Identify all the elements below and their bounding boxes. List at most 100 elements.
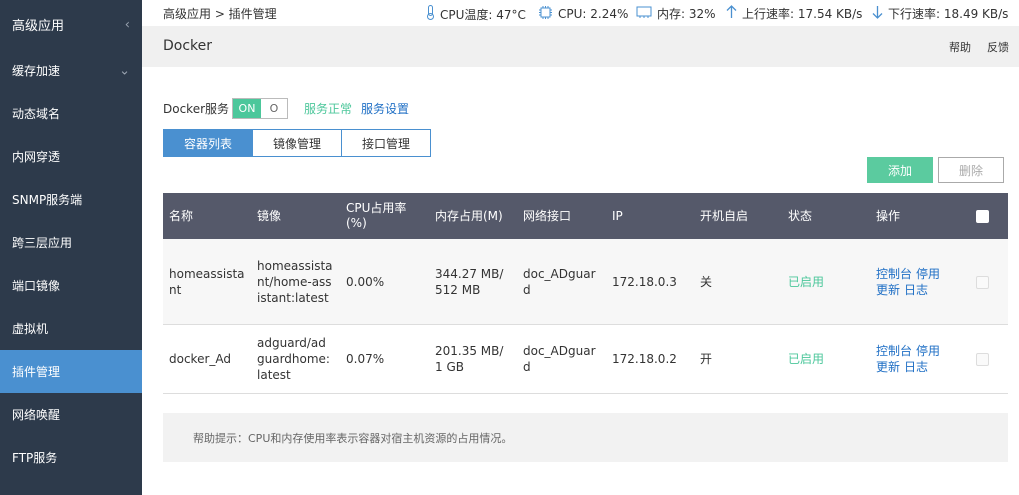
sidebar-item-plugins[interactable]: 插件管理 [0, 350, 142, 393]
cell-image: adguard/adguardhome:latest [257, 336, 330, 382]
cell-status: 已启用 [788, 352, 825, 366]
sidebar-item-label: 网络唤醒 [12, 408, 61, 422]
cell-ip: 172.18.0.2 [612, 352, 677, 366]
cell-ops: 控制台 停用 更新 日志 [876, 239, 944, 324]
sidebar-item-cross-l3[interactable]: 跨三层应用 [0, 221, 142, 264]
sidebar-item-label: 端口镜像 [12, 279, 61, 293]
upload-stat: 上行速率: 17.54 KB/s [726, 5, 862, 22]
cell-mem: 201.35 MB/1 GB [435, 344, 504, 374]
delete-button[interactable]: 删除 [938, 157, 1004, 183]
sidebar-item-label: 动态域名 [12, 107, 61, 121]
cell-ip: 172.18.0.3 [612, 274, 677, 289]
cpu-temp-stat: CPU温度: 47°C [426, 5, 526, 23]
mem-stat: 内存: 32% [636, 5, 716, 22]
container-table: 名称 镜像 CPU占用率(%) 内存占用(M) 网络接口 IP 开机自启 状态 … [163, 193, 1008, 394]
sidebar-item-wol[interactable]: 网络唤醒 [0, 393, 142, 436]
select-all-checkbox[interactable] [976, 210, 989, 223]
console-link[interactable]: 控制台 [876, 344, 912, 358]
sidebar-item-snmp[interactable]: SNMP服务端 [0, 178, 142, 221]
cpu-chip-icon [538, 5, 553, 23]
logs-link[interactable]: 日志 [904, 360, 928, 374]
cell-name: docker_Ad [169, 352, 232, 366]
top-status-bar: 高级应用 > 插件管理 CPU温度: 47°C CPU: 2.24% 内存: 3… [142, 0, 1019, 26]
col-header-name: 名称 [169, 208, 194, 223]
title-band: Docker 帮助 反馈 [142, 26, 1019, 67]
sidebar-item-port-mirror[interactable]: 端口镜像 [0, 264, 142, 307]
col-header-cpu: CPU占用率(%) [346, 201, 407, 230]
cell-status: 已启用 [788, 274, 825, 289]
col-header-status: 状态 [788, 208, 813, 223]
cpu-temp-value: CPU温度: 47°C [440, 7, 526, 22]
logs-link[interactable]: 日志 [904, 283, 928, 297]
row-checkbox[interactable] [976, 353, 989, 366]
cell-iface: doc_ADguard [523, 266, 596, 297]
cell-name: homeassistant [169, 266, 245, 297]
download-value: 下行速率: 18.49 KB/s [888, 7, 1009, 21]
cell-autostart: 关 [700, 274, 713, 289]
table-header: 名称 镜像 CPU占用率(%) 内存占用(M) 网络接口 IP 开机自启 状态 … [163, 193, 1008, 239]
sidebar-item-label: 插件管理 [12, 365, 61, 379]
toggle-on-label: ON [233, 99, 261, 118]
col-header-image: 镜像 [257, 208, 282, 223]
add-button[interactable]: 添加 [867, 157, 933, 183]
sidebar-item-advanced-apps[interactable]: 高级应用 ‹ [0, 3, 142, 46]
docker-service-toggle[interactable]: ON O [232, 98, 288, 119]
cell-iface: doc_ADguard [523, 344, 596, 374]
disable-link[interactable]: 停用 [916, 267, 940, 281]
download-stat: 下行速率: 18.49 KB/s [872, 5, 1008, 22]
sidebar-item-label: 虚拟机 [12, 322, 49, 336]
cell-autostart: 开 [700, 352, 713, 366]
console-link[interactable]: 控制台 [876, 267, 912, 281]
table-row: homeassistant homeassistant/home-assista… [163, 239, 1008, 325]
toggle-off-label: O [269, 102, 279, 115]
docker-service-label: Docker服务 [163, 102, 230, 116]
sidebar-item-label: 缓存加速 [12, 64, 61, 78]
service-settings-link[interactable]: 服务设置 [361, 100, 409, 117]
sidebar-item-ftp[interactable]: FTP服务 [0, 436, 142, 479]
cell-ops: 控制台 停用 更新 日志 [876, 325, 944, 393]
table-row: docker_Ad adguard/adguardhome:latest 0.0… [163, 325, 1008, 394]
col-header-ops: 操作 [876, 208, 901, 223]
col-header-mem: 内存占用(M) [435, 208, 503, 223]
cpu-value: CPU: 2.24% [558, 7, 629, 21]
sidebar-item-intranet-penetration[interactable]: 内网穿透 [0, 135, 142, 178]
disable-link[interactable]: 停用 [916, 344, 940, 358]
update-link[interactable]: 更新 [876, 360, 900, 374]
sidebar-item-cache-accel[interactable]: 缓存加速 ⌄ [0, 49, 142, 92]
service-status: 服务正常 [304, 102, 353, 116]
memory-icon [636, 6, 652, 22]
sidebar-item-vm[interactable]: 虚拟机 [0, 307, 142, 350]
chevron-down-icon: ⌄ [119, 63, 130, 78]
col-header-ip: IP [612, 208, 623, 223]
help-link[interactable]: 帮助 [949, 39, 971, 55]
cell-image: homeassistant/home-assistant:latest [257, 258, 333, 305]
sidebar: 高级应用 ‹ 缓存加速 ⌄ 动态域名 内网穿透 SNMP服务端 跨三层应用 端口… [0, 0, 142, 495]
cpu-stat: CPU: 2.24% [538, 5, 628, 23]
sidebar-item-label: 高级应用 [12, 19, 65, 34]
sidebar-item-label: 内网穿透 [12, 150, 61, 164]
tab-bar: 容器列表 镜像管理 接口管理 [163, 129, 431, 157]
feedback-link[interactable]: 反馈 [987, 39, 1009, 55]
sidebar-item-label: SNMP服务端 [12, 193, 83, 207]
tab-image-management[interactable]: 镜像管理 [253, 129, 342, 157]
update-link[interactable]: 更新 [876, 283, 900, 297]
row-checkbox[interactable] [976, 276, 989, 289]
tab-container-list[interactable]: 容器列表 [163, 129, 253, 157]
col-header-autostart: 开机自启 [700, 208, 749, 223]
sidebar-item-label: FTP服务 [12, 451, 58, 465]
tab-interface-management[interactable]: 接口管理 [342, 129, 431, 157]
mem-value: 内存: 32% [657, 7, 716, 21]
col-header-iface: 网络接口 [523, 208, 572, 223]
chevron-left-icon: ‹ [124, 17, 130, 32]
help-tip: 帮助提示：CPU和内存使用率表示容器对宿主机资源的占用情况。 [163, 413, 1008, 462]
cell-mem: 344.27 MB/512 MB [435, 266, 504, 297]
upload-value: 上行速率: 17.54 KB/s [742, 7, 863, 21]
cell-cpu: 0.00% [346, 274, 385, 289]
help-tip-text: 帮助提示：CPU和内存使用率表示容器对宿主机资源的占用情况。 [193, 431, 513, 445]
page-title: Docker [163, 38, 213, 54]
breadcrumb: 高级应用 > 插件管理 [163, 7, 277, 21]
thermometer-icon [426, 5, 435, 23]
sidebar-item-label: 跨三层应用 [12, 236, 73, 250]
arrow-down-icon [872, 5, 883, 22]
sidebar-item-ddns[interactable]: 动态域名 [0, 92, 142, 135]
